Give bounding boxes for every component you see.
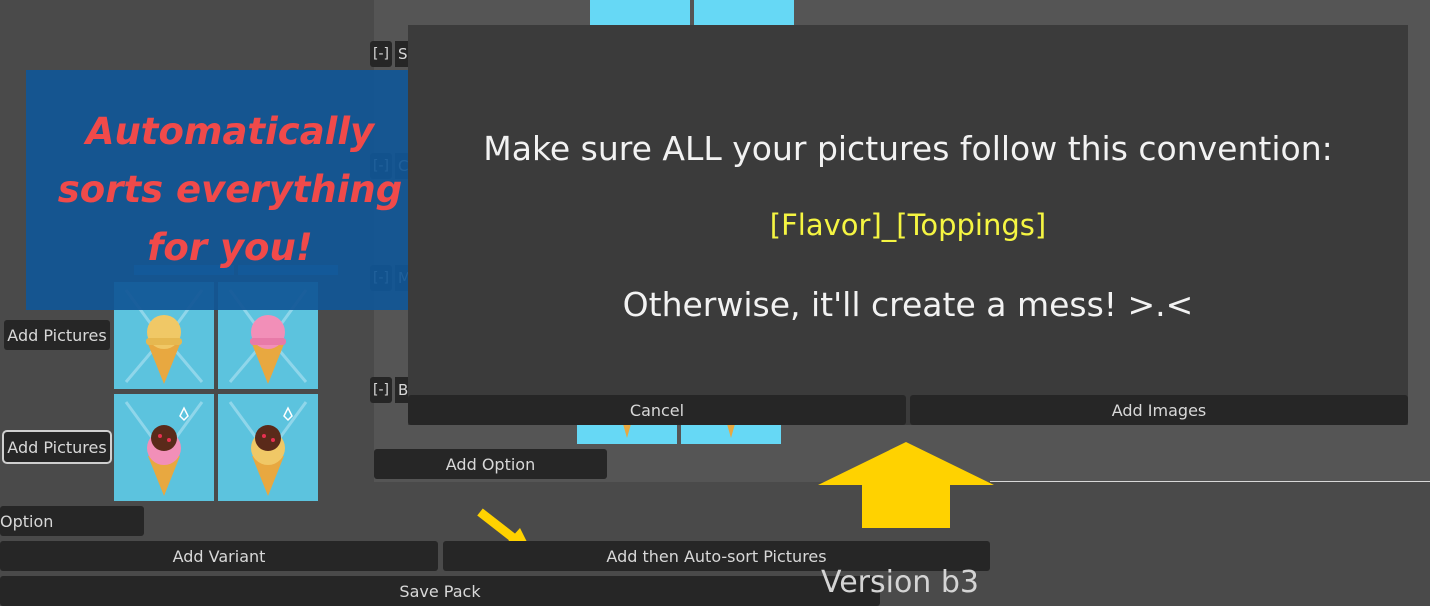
add-variant-button[interactable]: Add Variant [0, 541, 438, 571]
option-button[interactable]: Option [0, 506, 144, 536]
promo-line: for you! [147, 226, 313, 269]
cone-tip-icon [727, 424, 735, 438]
thumbnail-bottom-1[interactable] [577, 424, 677, 444]
promo-text: Automatically sorts everything for you! [40, 103, 420, 277]
add-images-button[interactable]: Add Images [910, 395, 1408, 425]
ice-cream-chocolate-strawberry-icon [124, 401, 204, 496]
cone-tip-icon [623, 424, 631, 438]
cancel-button[interactable]: Cancel [408, 395, 906, 425]
picture-vanilla-chocolate[interactable] [218, 394, 318, 501]
thumbnail-bottom-2[interactable] [681, 424, 781, 444]
add-pictures-button[interactable]: Add Pictures [2, 430, 112, 464]
thumbnail-top-1[interactable] [590, 0, 690, 25]
thumbnail-top-2[interactable] [694, 0, 794, 25]
naming-convention-dialog: Make sure ALL your pictures follow this … [408, 25, 1408, 425]
collapse-button[interactable]: [-] [370, 377, 392, 403]
naming-convention: [Flavor]_[Toppings] [769, 208, 1047, 242]
version-label: Version b3 [821, 565, 979, 600]
picture-strawberry-chocolate[interactable] [114, 394, 214, 501]
collapse-button[interactable]: [-] [370, 41, 392, 67]
arrow-up-icon [818, 442, 994, 528]
ice-cream-chocolate-vanilla-icon [228, 401, 308, 496]
promo-line: sorts everything [57, 168, 403, 211]
add-pictures-button[interactable]: Add Pictures [4, 320, 110, 350]
dialog-warning: Otherwise, it'll create a mess! >.< [622, 285, 1194, 324]
promo-banner: Automatically sorts everything for you! [26, 70, 434, 310]
promo-line: Automatically [85, 110, 375, 153]
add-option-button[interactable]: Add Option [374, 449, 607, 479]
save-pack-button[interactable]: Save Pack [0, 576, 880, 606]
divider-line [990, 481, 1430, 482]
dialog-title: Make sure ALL your pictures follow this … [483, 129, 1333, 168]
